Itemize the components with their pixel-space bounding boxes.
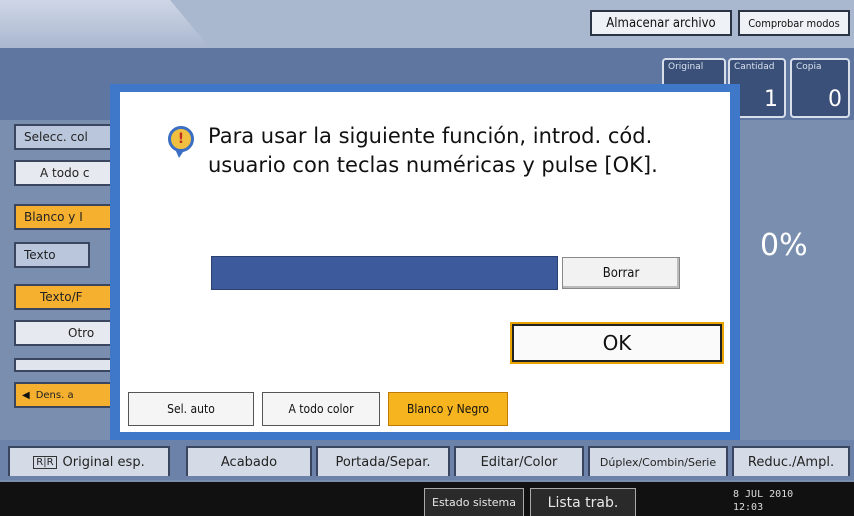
dialog-body: ! Para usar la siguiente función, introd… — [120, 92, 730, 432]
counter-label: Original — [668, 62, 704, 72]
tab-edit-color[interactable]: Editar/Color — [454, 446, 584, 476]
tab-label: Original esp. — [62, 454, 145, 470]
black-white-button[interactable]: Blanco y I — [14, 204, 124, 230]
counter-label: Copia — [796, 62, 822, 72]
check-modes-button[interactable]: Comprobar modos — [738, 10, 850, 36]
user-code-dialog: ! Para usar la siguiente función, introd… — [110, 84, 740, 440]
clear-button[interactable]: Borrar — [562, 257, 680, 289]
tab-reduce-enlarge[interactable]: Reduc./Ampl. — [732, 446, 850, 476]
reduction-percent: 0% — [760, 228, 808, 263]
dialog-message: Para usar la siguiente función, introd. … — [208, 124, 658, 177]
tab-original-special[interactable]: R|R Original esp. — [8, 446, 170, 476]
text-button[interactable]: Texto — [14, 242, 90, 268]
density-button[interactable]: ◀ Dens. a — [14, 382, 124, 408]
copier-screen: Almacenar archivo Comprobar modos Origin… — [0, 0, 854, 516]
original-icon: R|R — [33, 455, 57, 469]
job-list-button[interactable]: Lista trab. — [530, 488, 636, 516]
counter-value: 1 — [764, 87, 778, 112]
user-code-field[interactable] — [211, 256, 558, 290]
time-text: 12:03 — [733, 502, 764, 513]
tab-finishing[interactable]: Acabado — [186, 446, 312, 476]
full-color-button[interactable]: A todo c — [14, 160, 124, 186]
copy-counter: Copia 0 — [790, 58, 850, 118]
exclamation-icon: ! — [168, 126, 194, 158]
select-color-button[interactable]: Selecc. col — [14, 124, 124, 150]
full-color-mode-button[interactable]: A todo color — [262, 392, 380, 426]
copy-tab[interactable] — [0, 0, 210, 48]
counter-label: Cantidad — [734, 62, 775, 72]
black-white-mode-button[interactable]: Blanco y Negro — [388, 392, 508, 426]
ok-button[interactable]: OK — [512, 324, 722, 362]
date-time: 8 JUL 2010 12:03 — [733, 488, 793, 514]
counter-value: 0 — [828, 87, 842, 112]
system-status-button[interactable]: Estado sistema — [424, 488, 524, 516]
text-photo-button[interactable]: Texto/F — [14, 284, 124, 310]
auto-select-button[interactable]: Sel. auto — [128, 392, 254, 426]
date-text: 8 JUL 2010 — [733, 489, 794, 500]
other-button[interactable]: Otro — [14, 320, 124, 346]
tab-duplex-combine[interactable]: Dúplex/Combin/Serie — [588, 446, 728, 476]
arrow-left-icon: ◀ — [22, 389, 30, 401]
density-slider[interactable] — [14, 358, 114, 372]
tab-cover-separator[interactable]: Portada/Separ. — [316, 446, 450, 476]
store-file-button[interactable]: Almacenar archivo — [590, 10, 732, 36]
density-label: Dens. a — [35, 389, 74, 401]
